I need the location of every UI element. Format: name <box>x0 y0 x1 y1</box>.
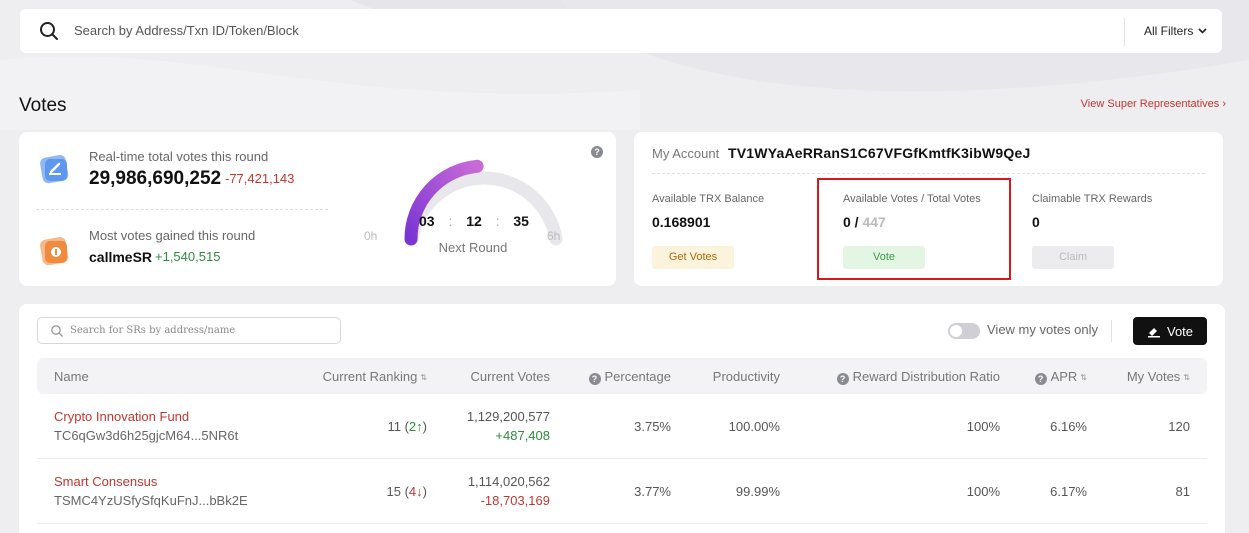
toolbar-divider <box>1111 320 1112 342</box>
vote-button-label: Vote <box>1166 323 1194 339</box>
total-votes-value: 29,986,690,252 <box>89 168 222 189</box>
timer-minutes: 12 <box>466 213 482 229</box>
sr-apr: 6.16% <box>1050 419 1087 434</box>
account-separator <box>652 173 1205 174</box>
sr-ranking: 15 (4↓) <box>386 484 428 499</box>
table-row[interactable]: Smart Consensus TSMC4YzUSfySfqKuFnJ...bB… <box>37 460 1207 524</box>
global-search-input[interactable]: Search by Address/Txn ID/Token/Block <box>74 23 299 38</box>
timer-seconds: 35 <box>513 213 529 229</box>
sort-icon: ⇅ <box>420 373 427 382</box>
table-row[interactable]: Crypto Innovation Fund TC6qGw3d6h25gjcM6… <box>37 395 1207 459</box>
col-percentage: ? Percentage <box>588 369 671 385</box>
sr-votes-change: +487,408 <box>495 428 550 443</box>
sort-icon: ⇅ <box>1183 373 1190 382</box>
claimable-rewards-value: 0 <box>1032 214 1040 230</box>
ballot-icon <box>40 155 69 184</box>
most-gained-label: Most votes gained this round <box>89 228 256 243</box>
timer-hours: 03 <box>419 213 435 229</box>
col-current-ranking[interactable]: Current Ranking ⇅ <box>323 369 427 384</box>
total-votes-change: -77,421,143 <box>225 171 295 186</box>
sr-productivity: 100.00% <box>728 419 780 434</box>
col-apr[interactable]: ? APR ⇅ <box>1034 369 1087 385</box>
overview-separator <box>36 209 328 210</box>
most-gained-name[interactable]: callmeSR <box>89 249 152 265</box>
sr-address[interactable]: TSMC4YzUSfySfqKuFnJ...bBk2E <box>54 493 248 508</box>
col-name: Name <box>54 369 89 384</box>
trx-balance-value: 0.168901 <box>652 214 711 230</box>
gauge-max-label: 6h <box>547 229 561 243</box>
help-icon[interactable]: ? <box>591 146 603 158</box>
my-account-card: My Account TV1WYaAeRRanS1C67VFGfKmtfK3ib… <box>634 132 1223 286</box>
view-super-representatives-link[interactable]: View Super Representatives › <box>1081 98 1226 110</box>
claimable-rewards-label: Claimable TRX Rewards <box>1032 193 1153 205</box>
countdown-timer: 03 : 12 : 35 <box>419 213 529 229</box>
col-productivity: Productivity <box>712 369 780 384</box>
col-reward-ratio: ? Reward Distribution Ratio <box>836 369 1000 385</box>
all-filters-label: All Filters <box>1144 24 1194 38</box>
sr-productivity: 99.99% <box>735 484 780 499</box>
account-address[interactable]: TV1WYaAeRRanS1C67VFGfKmtfK3ibW9QeJ <box>728 145 1030 161</box>
global-search-bar[interactable]: Search by Address/Txn ID/Token/Block All… <box>20 9 1222 53</box>
trophy-icon <box>40 237 69 266</box>
help-icon: ? <box>836 373 849 385</box>
sr-table-card: Search for SRs by address/name View my v… <box>19 304 1225 533</box>
vote-button[interactable]: Vote <box>1133 317 1207 345</box>
search-divider <box>1124 18 1125 46</box>
sr-votes: 1,129,200,577 <box>466 409 550 424</box>
vote-icon <box>1147 328 1160 338</box>
trx-balance-label: Available TRX Balance <box>652 193 765 205</box>
sr-search-placeholder: Search for SRs by address/name <box>70 325 236 336</box>
sr-reward-ratio: 100% <box>966 484 1000 499</box>
sr-apr: 6.17% <box>1050 484 1087 499</box>
gauge-min-label: 0h <box>364 229 378 243</box>
sr-name[interactable]: Smart Consensus <box>54 474 157 489</box>
help-icon: ? <box>588 373 601 385</box>
timer-colon: : <box>495 213 500 229</box>
sr-my-votes: 81 <box>1175 484 1190 499</box>
sr-name[interactable]: Crypto Innovation Fund <box>54 409 189 424</box>
votes-overview-card: Real-time total votes this round 29,986,… <box>19 132 616 286</box>
highlight-box <box>817 178 1011 280</box>
get-votes-button[interactable]: Get Votes <box>652 246 734 269</box>
sr-votes-change: -18,703,169 <box>480 493 550 508</box>
total-votes-label: Real-time total votes this round <box>89 149 269 164</box>
col-current-votes: Current Votes <box>470 369 551 384</box>
my-votes-toggle-label: View my votes only <box>987 322 1099 337</box>
page-title: Votes <box>19 95 67 116</box>
chevron-down-icon <box>1198 28 1207 34</box>
my-account-label: My Account <box>652 146 720 161</box>
sr-search-input[interactable]: Search for SRs by address/name <box>37 317 341 344</box>
next-round-label: Next Round <box>438 240 508 255</box>
search-icon <box>40 22 58 40</box>
my-votes-toggle[interactable] <box>948 323 980 339</box>
search-icon <box>51 325 63 337</box>
sr-percentage: 3.77% <box>634 484 671 499</box>
all-filters-dropdown[interactable]: All Filters <box>1144 24 1207 38</box>
sort-icon: ⇅ <box>1080 373 1087 382</box>
claim-button[interactable]: Claim <box>1032 246 1114 269</box>
sr-reward-ratio: 100% <box>966 419 1000 434</box>
sr-ranking: 11 (2↑) <box>387 419 427 434</box>
most-gained-change: +1,540,515 <box>155 249 221 264</box>
table-header: Name Current Ranking ⇅ Current Votes ? Per… <box>37 358 1207 394</box>
sr-percentage: 3.75% <box>634 419 671 434</box>
sr-votes: 1,114,020,562 <box>467 474 550 489</box>
help-icon: ? <box>1034 373 1047 385</box>
timer-colon: : <box>448 213 453 229</box>
sr-address[interactable]: TC6qGw3d6h25gjcM64...5NR6t <box>54 428 238 443</box>
col-my-votes[interactable]: My Votes ⇅ <box>1127 369 1190 384</box>
sr-my-votes: 120 <box>1168 419 1190 434</box>
